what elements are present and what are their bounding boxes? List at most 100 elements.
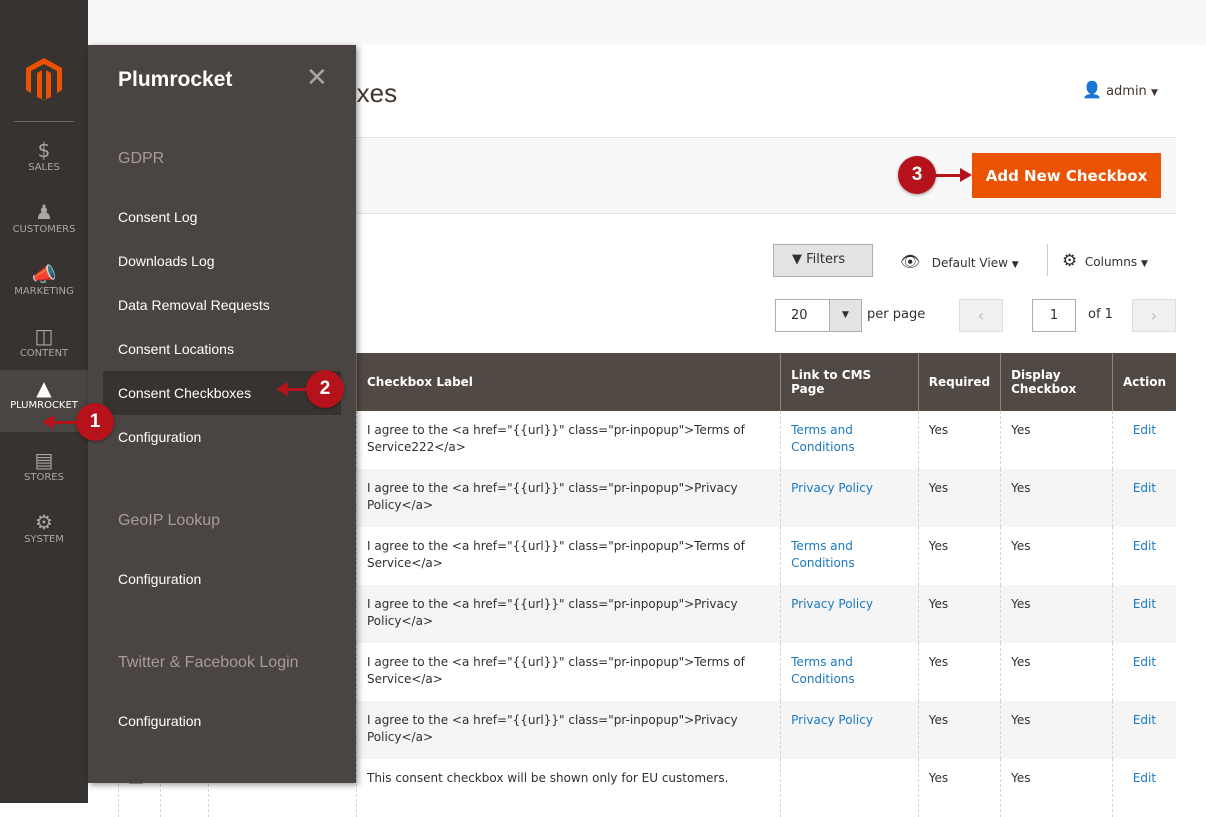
edit-link[interactable]: Edit: [1133, 481, 1156, 495]
column-header[interactable]: Checkbox Label: [355, 353, 781, 411]
required-cell: Yes: [917, 411, 1001, 469]
display-cell: Yes: [1000, 527, 1113, 585]
callout-badge-3: 3: [898, 156, 936, 194]
callout-badge-2: 2: [306, 370, 344, 408]
view-selector[interactable]: 👁 Default View ▼: [900, 252, 1019, 271]
nav-item-label: SALES: [28, 162, 60, 173]
nav-item-label: PLUMROCKET: [10, 400, 78, 411]
chevron-down-icon: ▼: [1140, 259, 1148, 269]
cms-page-link[interactable]: Terms and Conditions: [791, 655, 855, 686]
nav-item-label: SYSTEM: [24, 534, 64, 545]
view-label: Default View: [931, 256, 1008, 270]
column-header[interactable]: Display Checkbox: [1000, 353, 1113, 411]
flyout-item[interactable]: Consent Locations: [103, 327, 341, 371]
label-cell: I agree to the <a href="{{url}}" class="…: [355, 701, 781, 759]
admin-label: admin: [1106, 84, 1147, 99]
nav-item-customers[interactable]: ♟ CUSTOMERS: [0, 194, 88, 256]
callout-arrow: [934, 168, 972, 182]
divider: [14, 121, 74, 122]
flyout-section-title: GeoIP Lookup: [118, 512, 221, 529]
column-header[interactable]: Link to CMS Page: [780, 353, 919, 411]
flyout-section-title: Twitter & Facebook Login: [118, 654, 299, 671]
cms-link-cell: Privacy Policy: [780, 469, 919, 527]
next-page-button[interactable]: ›: [1132, 299, 1176, 332]
cms-link-cell: Terms and Conditions: [780, 643, 919, 701]
cms-link-cell: Terms and Conditions: [780, 411, 919, 469]
page-total: of 1: [1088, 307, 1113, 322]
edit-link[interactable]: Edit: [1133, 713, 1156, 727]
filters-button[interactable]: ▼ Filters: [773, 244, 873, 277]
nav-item-system[interactable]: ⚙ SYSTEM: [0, 504, 88, 566]
callout-arrow: [276, 382, 308, 396]
plumrocket-flyout-menu: Plumrocket ✕ GDPR Consent Log Downloads Lo…: [88, 45, 356, 783]
admin-user-menu[interactable]: 👤 admin ▼: [1082, 80, 1158, 99]
required-cell: Yes: [917, 701, 1001, 759]
dollar-icon: $: [37, 138, 51, 162]
nav-item-sales[interactable]: $ SALES: [0, 132, 88, 194]
cms-page-link[interactable]: Terms and Conditions: [791, 539, 855, 570]
per-page-label: per page: [867, 307, 926, 322]
required-cell: Yes: [917, 469, 1001, 527]
chevron-down-icon: ▼: [1011, 260, 1019, 270]
column-header[interactable]: Required: [917, 353, 1001, 411]
action-cell: Edit: [1111, 643, 1176, 701]
per-page-value: 20: [791, 308, 808, 323]
cms-page-link[interactable]: Privacy Policy: [791, 481, 873, 495]
cms-link-cell: [780, 759, 919, 817]
flyout-section-title: GDPR: [118, 150, 165, 167]
chevron-down-icon: ▼: [1150, 88, 1158, 98]
display-cell: Yes: [1000, 469, 1113, 527]
required-cell: Yes: [917, 585, 1001, 643]
edit-link[interactable]: Edit: [1133, 655, 1156, 669]
label-cell: I agree to the <a href="{{url}}" class="…: [355, 411, 781, 469]
magento-logo[interactable]: [26, 58, 62, 104]
display-cell: Yes: [1000, 585, 1113, 643]
store-icon: ▤: [34, 448, 54, 472]
label-cell: This consent checkbox will be shown only…: [355, 759, 781, 817]
cms-page-link[interactable]: Terms and Conditions: [791, 423, 855, 454]
required-cell: Yes: [917, 759, 1001, 817]
per-page-select[interactable]: 20 ▼: [775, 299, 862, 332]
admin-sidebar: $ SALES ♟ CUSTOMERS 📣 MARKETING ◫ CONTENT ▲ PLUMR…: [0, 0, 88, 803]
edit-link[interactable]: Edit: [1133, 423, 1156, 437]
edit-link[interactable]: Edit: [1133, 771, 1156, 785]
chevron-left-icon: ‹: [977, 306, 985, 325]
chevron-down-icon[interactable]: ▼: [829, 300, 861, 331]
nav-item-marketing[interactable]: 📣 MARKETING: [0, 256, 88, 318]
filters-label: Filters: [806, 252, 846, 267]
flyout-item[interactable]: Downloads Log: [103, 239, 341, 283]
callout-arrow: [42, 415, 78, 429]
gear-icon: ⚙: [35, 510, 53, 534]
close-icon[interactable]: ✕: [306, 63, 328, 93]
prev-page-button[interactable]: ‹: [959, 299, 1003, 332]
megaphone-icon: 📣: [31, 262, 57, 286]
layout-icon: ◫: [34, 324, 54, 348]
flyout-item[interactable]: Data Removal Requests: [103, 283, 341, 327]
flyout-item[interactable]: Configuration: [103, 557, 341, 601]
user-icon: 👤: [1082, 80, 1102, 99]
edit-link[interactable]: Edit: [1133, 597, 1156, 611]
required-cell: Yes: [917, 527, 1001, 585]
flyout-item[interactable]: Configuration: [103, 415, 341, 459]
add-new-checkbox-button[interactable]: Add New Checkbox: [972, 153, 1161, 198]
nav-item-label: CUSTOMERS: [12, 224, 76, 235]
edit-link[interactable]: Edit: [1133, 539, 1156, 553]
action-cell: Edit: [1111, 527, 1176, 585]
page-number-input[interactable]: 1: [1032, 299, 1076, 332]
column-header[interactable]: Action: [1111, 353, 1176, 411]
filter-icon: ▼: [792, 252, 802, 267]
nav-item-label: CONTENT: [19, 348, 69, 359]
nav-item-stores[interactable]: ▤ STORES: [0, 442, 88, 504]
cms-page-link[interactable]: Privacy Policy: [791, 713, 873, 727]
plumrocket-icon: ▲: [36, 376, 52, 400]
action-cell: Edit: [1111, 701, 1176, 759]
nav-item-label: MARKETING: [14, 286, 74, 297]
flyout-item[interactable]: Consent Log: [103, 195, 341, 239]
display-cell: Yes: [1000, 759, 1113, 817]
cms-page-link[interactable]: Privacy Policy: [791, 597, 873, 611]
flyout-item[interactable]: Configuration: [103, 699, 341, 743]
columns-selector[interactable]: ⚙ Columns ▼: [1062, 251, 1148, 271]
flyout-item[interactable]: Consent Checkboxes: [103, 371, 341, 415]
eye-icon: 👁: [900, 252, 921, 271]
cms-link-cell: Privacy Policy: [780, 701, 919, 759]
